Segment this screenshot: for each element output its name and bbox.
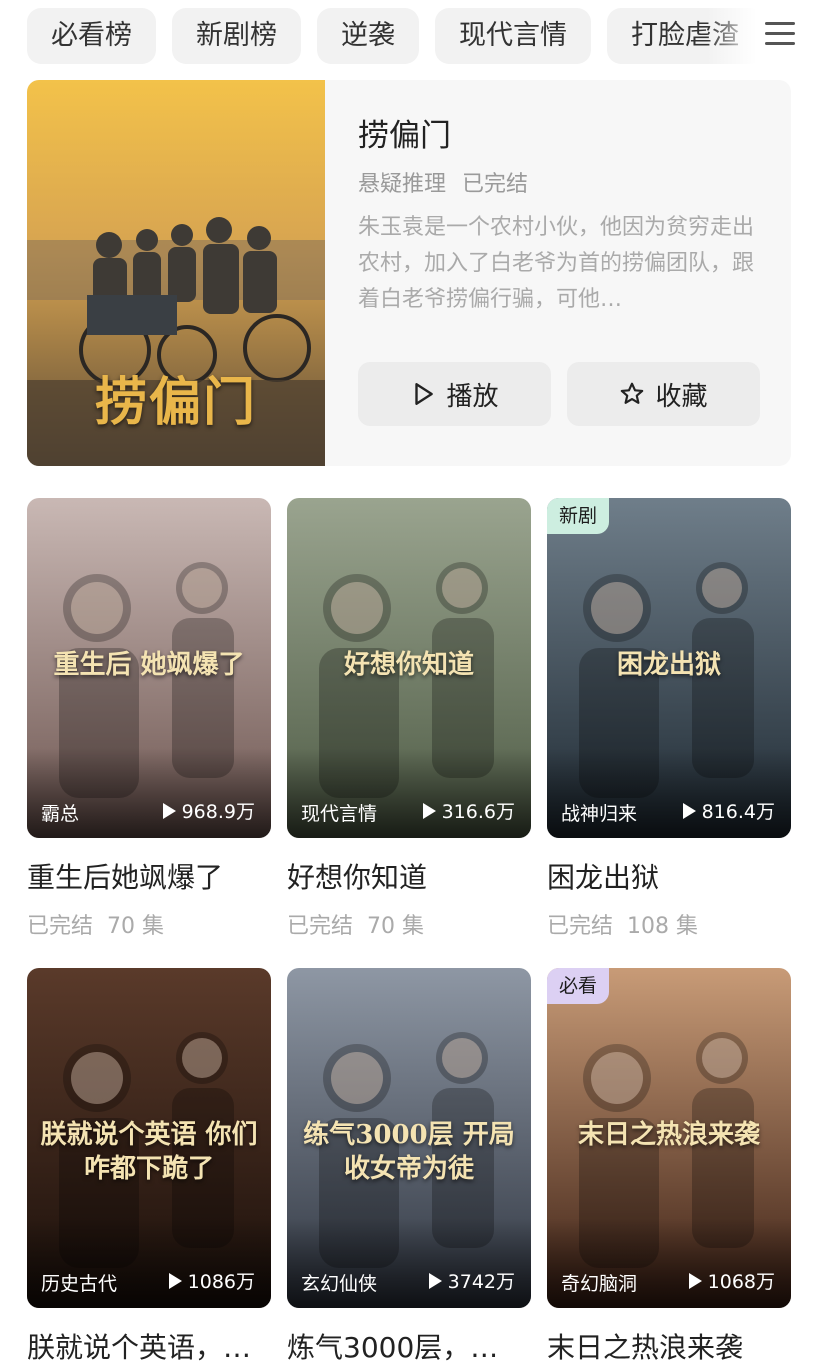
drama-status: 已完结 — [547, 914, 614, 939]
view-count-value: 3742万 — [447, 1271, 515, 1293]
episode-count: 108 集 — [627, 914, 699, 939]
featured-description: 朱玉袁是一个农村小伙，他因为贫穷走出农村，加入了白老爷为首的捞偏团队，跟着白老爷… — [358, 215, 755, 312]
star-icon — [621, 382, 644, 404]
favorite-button[interactable]: 收藏 — [567, 362, 760, 426]
drama-title[interactable]: 朕就说个英语，… — [27, 1326, 271, 1366]
badge: 必看 — [547, 968, 610, 1004]
poster-title-art: 练气3000层 开局收女帝为徒 — [303, 1120, 515, 1184]
drama-card[interactable]: 困龙出狱 新剧 战神归来 816.4万 困龙出狱 已完结 108 集 — [547, 498, 791, 940]
view-count-value: 816.4万 — [701, 801, 775, 823]
drama-poster[interactable]: 好想你知道 现代言情 316.6万 — [287, 498, 531, 838]
featured-drama-card[interactable]: 捞偏门 捞偏门 悬疑推理 已完结 朱玉袁是一个农村小伙，他因为贫穷走出农村，加入了… — [27, 80, 791, 466]
drama-title[interactable]: 炼气3000层，… — [287, 1326, 531, 1366]
genre-tag: 霸总 — [41, 803, 80, 825]
drama-poster[interactable]: 重生后 她飒爆了 霸总 968.9万 — [27, 498, 271, 838]
drama-status: 已完结 — [287, 914, 354, 939]
featured-poster-title: 捞偏门 — [94, 372, 257, 433]
view-count-value: 316.6万 — [441, 801, 515, 823]
episode-count: 70 集 — [367, 914, 425, 939]
drama-poster[interactable]: 朕就说个英语 你们咋都下跪了 历史古代 1086万 — [27, 968, 271, 1308]
poster-title-art: 困龙出狱 — [616, 650, 721, 680]
featured-title[interactable]: 捞偏门 — [358, 116, 767, 156]
play-button[interactable]: 播放 — [358, 362, 551, 426]
drama-card[interactable]: 朕就说个英语 你们咋都下跪了 历史古代 1086万 朕就说个英语，… — [27, 968, 271, 1366]
view-count-value: 968.9万 — [181, 801, 255, 823]
drama-title[interactable]: 困龙出狱 — [547, 856, 791, 896]
tab-new-drama[interactable]: 新剧榜 — [172, 8, 301, 64]
menu-icon[interactable] — [765, 22, 795, 50]
play-icon — [422, 802, 436, 819]
genre-tag: 现代言情 — [301, 803, 378, 825]
category-tabs: 必看榜 新剧榜 逆袭 现代言情 打脸虐渣 — [27, 8, 797, 64]
drama-poster[interactable]: 困龙出狱 新剧 战神归来 816.4万 — [547, 498, 791, 838]
poster-title-art: 重生后 她飒爆了 — [53, 650, 245, 680]
view-count: 816.4万 — [682, 797, 775, 824]
drama-poster[interactable]: 练气3000层 开局收女帝为徒 玄幻仙侠 3742万 — [287, 968, 531, 1308]
genre-tag: 玄幻仙侠 — [301, 1273, 378, 1295]
genre-tag: 历史古代 — [41, 1273, 118, 1295]
drama-status: 已完结 — [27, 914, 94, 939]
featured-poster[interactable]: 捞偏门 — [27, 80, 325, 466]
play-label: 播放 — [446, 381, 499, 412]
play-icon — [168, 1272, 182, 1289]
genre-tag: 奇幻脑洞 — [561, 1273, 638, 1295]
play-icon — [415, 383, 434, 405]
drama-card[interactable]: 好想你知道 现代言情 316.6万 好想你知道 已完结 70 集 — [287, 498, 531, 940]
poster-title-art: 朕就说个英语 你们咋都下跪了 — [40, 1120, 258, 1184]
drama-meta: 已完结 108 集 — [547, 908, 791, 940]
favorite-label: 收藏 — [655, 381, 708, 412]
play-icon — [682, 802, 696, 819]
featured-status: 已完结 — [462, 172, 529, 197]
featured-meta: 悬疑推理 已完结 — [358, 166, 767, 198]
drama-card[interactable]: 练气3000层 开局收女帝为徒 玄幻仙侠 3742万 炼气3000层，… — [287, 968, 531, 1366]
drama-title[interactable]: 重生后她飒爆了 — [27, 856, 271, 896]
featured-actions: 播放 收藏 — [358, 362, 760, 426]
poster-title-art: 好想你知道 — [343, 650, 474, 680]
featured-genre: 悬疑推理 — [358, 172, 447, 197]
view-count: 316.6万 — [422, 797, 515, 824]
view-count: 1068万 — [688, 1267, 775, 1294]
play-icon — [688, 1272, 702, 1289]
play-icon — [162, 802, 176, 819]
view-count-value: 1086万 — [187, 1271, 255, 1293]
view-count: 1086万 — [168, 1267, 255, 1294]
drama-title[interactable]: 末日之热浪来袭 — [547, 1326, 791, 1366]
drama-meta: 已完结 70 集 — [27, 908, 271, 940]
tab-modern-romance[interactable]: 现代言情 — [435, 8, 591, 64]
drama-card[interactable]: 末日之热浪来袭 必看 奇幻脑洞 1068万 末日之热浪来袭 — [547, 968, 791, 1366]
featured-info: 捞偏门 悬疑推理 已完结 朱玉袁是一个农村小伙，他因为贫穷走出农村，加入了白老爷为… — [358, 116, 767, 318]
badge: 新剧 — [547, 498, 610, 534]
genre-tag: 战神归来 — [561, 803, 638, 825]
episode-count: 70 集 — [107, 914, 165, 939]
view-count: 968.9万 — [162, 797, 255, 824]
tab-must-watch[interactable]: 必看榜 — [27, 8, 156, 64]
poster-title-art: 末日之热浪来袭 — [577, 1120, 760, 1150]
drama-meta: 已完结 70 集 — [287, 908, 531, 940]
tab-comeback[interactable]: 逆袭 — [317, 8, 419, 64]
drama-card[interactable]: 重生后 她飒爆了 霸总 968.9万 重生后她飒爆了 已完结 70 集 — [27, 498, 271, 940]
view-count: 3742万 — [428, 1267, 515, 1294]
play-icon — [428, 1272, 442, 1289]
drama-title[interactable]: 好想你知道 — [287, 856, 531, 896]
view-count-value: 1068万 — [707, 1271, 775, 1293]
drama-poster[interactable]: 末日之热浪来袭 必看 奇幻脑洞 1068万 — [547, 968, 791, 1308]
